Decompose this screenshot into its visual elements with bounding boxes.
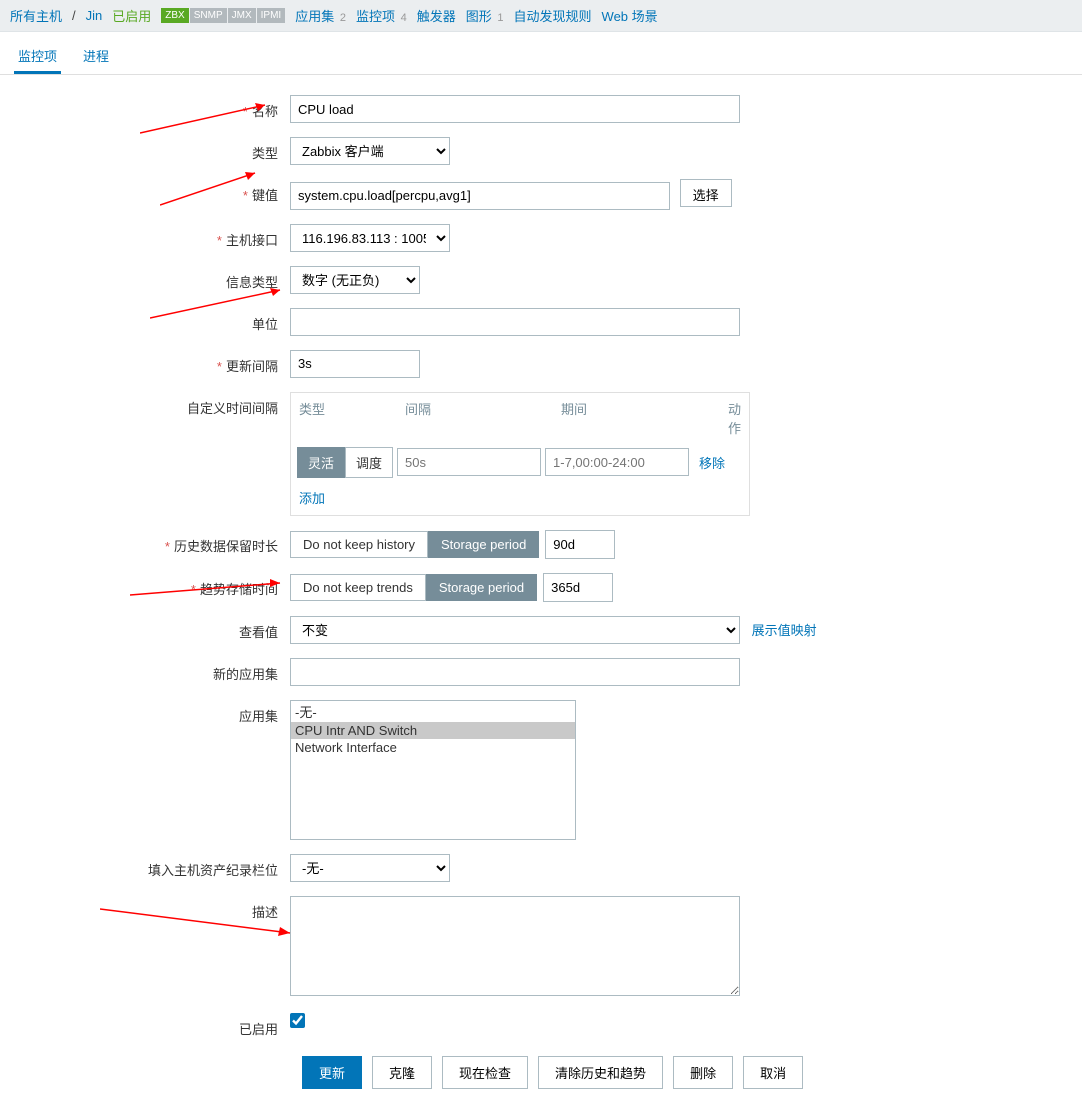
custom-intervals-table: 类型 间隔 期间 动作 灵活 调度 移除 添加 <box>290 392 750 516</box>
apps-count: 2 <box>340 12 346 24</box>
badge-group: ZBX SNMP JMX IPMI <box>161 8 285 23</box>
applications-link[interactable]: 应用集 <box>295 9 334 24</box>
hdr-period: 期间 <box>553 393 709 443</box>
remove-interval-link[interactable]: 移除 <box>699 453 725 472</box>
label-description: 描述 <box>0 896 290 921</box>
update-interval-input[interactable] <box>290 350 420 378</box>
label-inventory: 填入主机资产纪录栏位 <box>0 854 290 879</box>
name-input[interactable] <box>290 95 740 123</box>
delete-button[interactable]: 删除 <box>673 1056 733 1089</box>
history-value-input[interactable] <box>545 530 615 559</box>
trends-storage-button[interactable]: Storage period <box>426 574 537 601</box>
breadcrumb-bar: 所有主机 / Jin 已启用 ZBX SNMP JMX IPMI 应用集 2 监… <box>0 0 1082 32</box>
applications-listbox[interactable]: -无- CPU Intr AND Switch Network Interfac… <box>290 700 576 840</box>
graphs-link-wrap: 图形 1 <box>466 6 504 25</box>
key-select-button[interactable]: 选择 <box>680 179 732 207</box>
period-input[interactable] <box>545 448 689 476</box>
update-button[interactable]: 更新 <box>302 1056 362 1089</box>
scheduled-button[interactable]: 调度 <box>345 447 393 478</box>
action-buttons: 更新 克隆 现在检查 清除历史和趋势 删除 取消 <box>302 1056 1082 1089</box>
graphs-link[interactable]: 图形 <box>466 9 492 24</box>
jmx-badge: JMX <box>228 8 256 23</box>
label-info-type: 信息类型 <box>0 266 290 291</box>
items-link-wrap: 监控项 4 <box>356 6 407 25</box>
interface-select[interactable]: 116.196.83.113 : 10050 <box>290 224 450 252</box>
interval-input[interactable] <box>397 448 541 476</box>
interval-type-toggle: 灵活 调度 <box>297 447 393 478</box>
new-application-input[interactable] <box>290 658 740 686</box>
units-input[interactable] <box>290 308 740 336</box>
history-group: Do not keep history Storage period <box>290 530 1082 559</box>
clone-button[interactable]: 克隆 <box>372 1056 432 1089</box>
label-update-interval: *更新间隔 <box>0 350 290 375</box>
value-mapping-link[interactable]: 展示值映射 <box>752 623 817 638</box>
tab-process[interactable]: 进程 <box>79 40 113 74</box>
hdr-interval: 间隔 <box>397 393 553 443</box>
label-trends: *趋势存储时间 <box>0 573 290 598</box>
tabs: 监控项 进程 <box>0 32 1082 75</box>
enabled-checkbox[interactable] <box>290 1013 305 1028</box>
trends-value-input[interactable] <box>543 573 613 602</box>
key-input[interactable] <box>290 182 670 210</box>
tab-item[interactable]: 监控项 <box>14 40 61 74</box>
list-item-net[interactable]: Network Interface <box>291 739 575 756</box>
label-interface: *主机接口 <box>0 224 290 249</box>
label-enabled: 已启用 <box>0 1013 290 1038</box>
trends-nokeep-button[interactable]: Do not keep trends <box>290 574 426 601</box>
check-now-button[interactable]: 现在检查 <box>442 1056 528 1089</box>
history-nokeep-button[interactable]: Do not keep history <box>290 531 428 558</box>
cancel-button[interactable]: 取消 <box>743 1056 803 1089</box>
label-key: *键值 <box>0 179 290 204</box>
breadcrumb-sep: / <box>72 8 76 23</box>
label-custom-intervals: 自定义时间间隔 <box>0 392 290 417</box>
triggers-link[interactable]: 触发器 <box>417 6 456 25</box>
label-applications: 应用集 <box>0 700 290 725</box>
snmp-badge: SNMP <box>190 8 227 23</box>
list-item-cpu[interactable]: CPU Intr AND Switch <box>291 722 575 739</box>
enabled-status: 已启用 <box>112 6 151 25</box>
web-scenarios-link[interactable]: Web 场景 <box>602 6 658 25</box>
label-new-application: 新的应用集 <box>0 658 290 683</box>
clear-history-button[interactable]: 清除历史和趋势 <box>538 1056 663 1089</box>
zbx-badge: ZBX <box>161 8 188 23</box>
hdr-type: 类型 <box>291 393 397 443</box>
add-interval-link[interactable]: 添加 <box>291 482 333 515</box>
type-select[interactable]: Zabbix 客户端 <box>290 137 450 165</box>
label-type: 类型 <box>0 137 290 162</box>
label-history: *历史数据保留时长 <box>0 530 290 555</box>
host-link[interactable]: Jin <box>86 8 103 23</box>
list-item-none[interactable]: -无- <box>291 701 575 722</box>
label-units: 单位 <box>0 308 290 333</box>
history-storage-button[interactable]: Storage period <box>428 531 539 558</box>
inventory-select[interactable]: -无- <box>290 854 450 882</box>
info-type-select[interactable]: 数字 (无正负) <box>290 266 420 294</box>
label-show-value: 查看值 <box>0 616 290 641</box>
all-hosts-link[interactable]: 所有主机 <box>10 6 62 25</box>
trends-group: Do not keep trends Storage period <box>290 573 1082 602</box>
show-value-select[interactable]: 不变 <box>290 616 740 644</box>
ipmi-badge: IPMI <box>257 8 286 23</box>
hdr-action: 动作 <box>709 393 749 443</box>
flexible-button[interactable]: 灵活 <box>297 447 345 478</box>
label-name: *名称 <box>0 95 290 120</box>
item-form: *名称 类型 Zabbix 客户端 *键值 选择 *主机接口 116.196.8… <box>0 75 1082 1119</box>
discovery-link[interactable]: 自动发现规则 <box>514 6 592 25</box>
items-link[interactable]: 监控项 <box>356 9 395 24</box>
items-count: 4 <box>401 12 407 24</box>
apps-link-wrap: 应用集 2 <box>295 6 346 25</box>
description-textarea[interactable] <box>290 896 740 996</box>
graphs-count: 1 <box>497 12 503 24</box>
